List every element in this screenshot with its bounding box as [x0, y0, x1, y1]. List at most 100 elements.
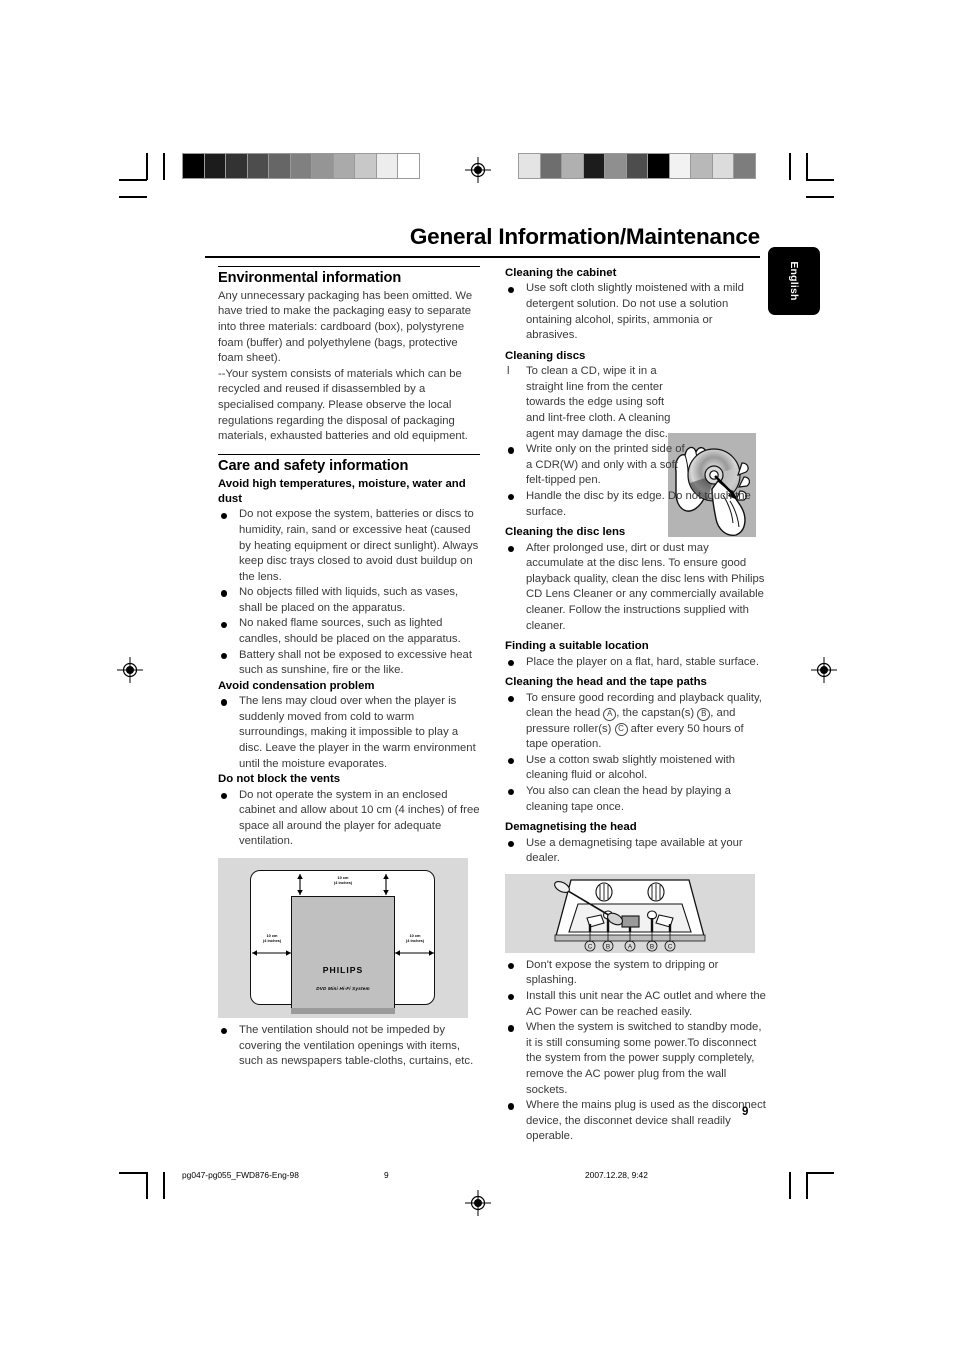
list-item: The lens may cloud over when the player … [218, 694, 480, 772]
bullet-dot-icon [221, 590, 228, 597]
paragraph-environmental-2: --Your system consists of materials whic… [218, 367, 468, 443]
bullet-list-ventilation-openings: The ventilation should not be impeded by… [218, 1023, 480, 1070]
list-item: When the system is switched to standby m… [505, 1020, 767, 1098]
bullet-dot-icon [508, 447, 515, 454]
bullet-dot-icon [508, 789, 515, 796]
list-item: Don't expose the system to dripping or s… [505, 958, 767, 989]
print-footer: pg047-pg055_FWD876-Eng-98 9 2007.12.28, … [0, 1160, 954, 1200]
heading-finding-a-suitable-location: Finding a suitable location [505, 640, 649, 653]
heading-cleaning-discs: Cleaning discs [505, 349, 586, 362]
color-swatch-10 [733, 153, 756, 179]
list-item: Place the player on a flat, hard, stable… [505, 655, 767, 671]
list-item-text: Install this unit near the AC outlet and… [526, 990, 766, 1018]
color-swatch-9 [375, 153, 398, 179]
color-swatch-9 [711, 153, 734, 179]
bullet-list-location: Place the player on a flat, hard, stable… [505, 655, 767, 671]
right-column: Cleaning the cabinet Use soft cloth slig… [505, 266, 767, 1145]
bullet-dot-icon [508, 1025, 515, 1032]
bullet-list-tape-paths: To ensure good recording and playback qu… [505, 691, 767, 816]
vent-unit-shadow [291, 1008, 395, 1014]
list-item: Use soft cloth slightly moistened with a… [505, 281, 767, 343]
bullet-list-final-safety: Don't expose the system to dripping or s… [505, 958, 767, 1145]
footer-filename: pg047-pg055_FWD876-Eng-98 [182, 1170, 299, 1180]
list-item-text: When the system is switched to standby m… [526, 1021, 762, 1096]
heading-care-and-safety: Care and safety information [218, 457, 409, 474]
list-item: The ventilation should not be impeded by… [218, 1023, 480, 1070]
paragraph-environmental-1: Any unnecessary packaging has been omitt… [218, 289, 473, 365]
registration-mark-top [465, 157, 491, 183]
list-item: Use a cotton swab slightly moistened wit… [505, 753, 767, 784]
color-swatch-0 [182, 153, 205, 179]
crop-mark-top-right-h [806, 179, 834, 181]
vent-unit-brand: PHILIPS [322, 965, 364, 975]
list-item-text: No naked flame sources, such as lighted … [239, 617, 461, 646]
registration-mark-left [117, 657, 143, 683]
language-tab: English [768, 247, 820, 315]
list-item-text: The ventilation should not be impeded by… [239, 1024, 474, 1068]
color-swatch-3 [582, 153, 605, 179]
list-item-text: Handle the disc by its edge. Do not touc… [526, 489, 751, 518]
crop-mark-top-right-v2 [789, 153, 791, 180]
list-item-marker: l [507, 365, 510, 378]
section-rule-environmental [218, 266, 480, 267]
bullet-dot-icon [508, 963, 515, 970]
bullet-dot-icon [221, 512, 228, 519]
list-item-text: The lens may cloud over when the player … [239, 695, 476, 770]
bullet-dot-icon [508, 545, 515, 552]
bullet-list-vents: Do not operate the system in an enclosed… [218, 788, 480, 850]
color-swatch-8 [690, 153, 713, 179]
vent-dim-top-label: 10 cm (4 inches) [319, 875, 367, 885]
section-rule-care [218, 453, 480, 455]
list-item-text: Use soft cloth slightly moistened with a… [526, 282, 744, 342]
list-item-text: To clean a CD, wipe it in a straight lin… [526, 365, 671, 440]
heading-demagnetising-the-head: Demagnetising the head [505, 821, 637, 834]
circled-label-b: B [697, 707, 711, 721]
tape-deck-figure: C B A B C [505, 873, 755, 953]
vent-dim-left-arrow [252, 950, 291, 956]
color-swatch-1 [203, 153, 226, 179]
subheading-do-not-block-vents: Do not block the vents [218, 773, 341, 786]
crop-mark-top-right-h2 [806, 196, 834, 198]
bullet-list-cabinet: Use soft cloth slightly moistened with a… [505, 281, 767, 343]
tape-figure-label-a: A [628, 943, 633, 950]
crop-mark-top-left-h [119, 179, 147, 181]
list-item: l To clean a CD, wipe it in a straight l… [505, 364, 686, 442]
bullet-dot-icon [508, 494, 515, 501]
bullet-dot-icon [221, 652, 228, 660]
color-swatch-7 [332, 153, 355, 179]
color-swatch-5 [625, 153, 648, 179]
color-swatch-7 [668, 153, 691, 179]
color-swatch-6 [647, 153, 670, 179]
bullet-dot-icon [508, 286, 515, 293]
heading-cleaning-head-tape-paths: Cleaning the head and the tape paths [505, 676, 707, 689]
left-column: Environmental information Any unnecessar… [218, 266, 480, 1070]
bullet-list-disc-lens: After prolonged use, dirt or dust may ac… [505, 541, 767, 635]
list-item-text: Battery shall not be exposed to excessiv… [239, 648, 472, 677]
bullet-dot-icon [508, 758, 515, 765]
bullet-dot-icon [508, 659, 515, 666]
vent-dim-left-label: 10 cm (4 inches) [252, 933, 292, 943]
vent-dim-right-label: 10 cm (4 inches) [395, 933, 435, 943]
bullet-dot-icon [508, 695, 515, 702]
color-swatch-0 [518, 153, 541, 179]
vent-unit-model: DVD Mini Hi-Fi System [316, 985, 370, 991]
tape-figure-label-b-left: B [606, 943, 610, 950]
bullet-dot-icon [221, 621, 228, 628]
list-item: Battery shall not be exposed to excessiv… [218, 648, 480, 679]
footer-page: 9 [384, 1170, 389, 1180]
vent-dim-right-line2: (4 inches) [405, 937, 425, 943]
bullet-dot-icon [221, 792, 228, 799]
list-item-text: After prolonged use, dirt or dust may ac… [526, 541, 765, 632]
list-item: Do not expose the system, batteries or d… [218, 507, 480, 585]
color-swatch-5 [289, 153, 312, 179]
colorbar-left [182, 153, 420, 179]
page-number: 9 [742, 1106, 749, 1118]
color-swatch-1 [539, 153, 562, 179]
list-item-text: Don't expose the system to dripping or s… [526, 958, 719, 987]
list-item: After prolonged use, dirt or dust may ac… [505, 541, 767, 635]
vent-unit-body: PHILIPS DVD Mini Hi-Fi System [291, 896, 395, 1014]
list-item-text-mid1: , the capstan(s) [616, 707, 698, 720]
list-item-text: No objects filled with liquids, such as … [239, 586, 459, 614]
list-item-text: Do not expose the system, batteries or d… [239, 508, 479, 583]
